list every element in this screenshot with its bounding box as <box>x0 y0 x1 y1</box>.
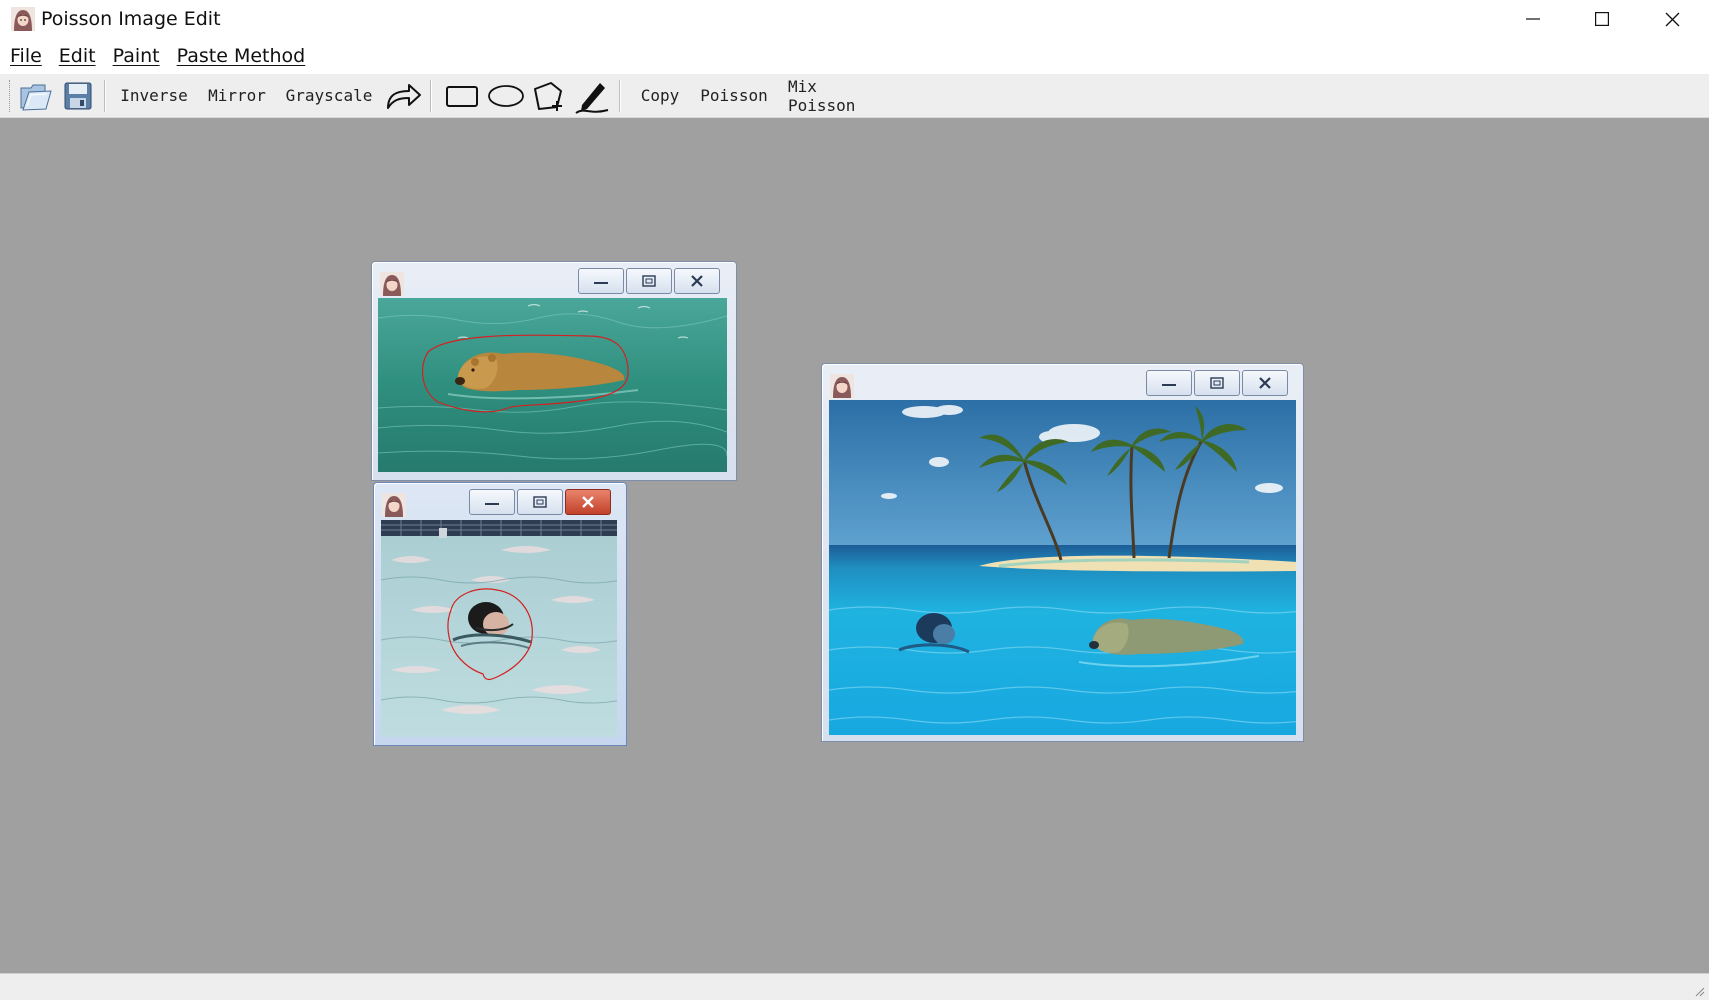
maximize-window-button[interactable] <box>1569 0 1635 38</box>
restore-icon <box>533 496 547 508</box>
restore-icon <box>1210 377 1224 389</box>
rectangle-tool-icon <box>446 85 478 107</box>
menu-paint[interactable]: Paint <box>112 45 161 67</box>
frame-minimize-button[interactable] <box>1146 370 1192 396</box>
inverse-button[interactable]: Inverse <box>114 74 194 117</box>
close-icon <box>1665 12 1679 26</box>
save-button[interactable] <box>60 74 96 117</box>
menu-paste-method[interactable]: Paste Method <box>176 45 307 67</box>
ellipse-tool-button[interactable] <box>485 74 527 117</box>
rectangle-tool-button[interactable] <box>442 74 482 117</box>
menu-edit[interactable]: Edit <box>58 45 97 67</box>
open-folder-icon <box>20 84 52 111</box>
result-frame[interactable] <box>821 363 1304 742</box>
swimmer-source-frame[interactable] <box>373 482 627 746</box>
close-icon <box>691 275 703 287</box>
maximize-icon <box>1595 12 1609 26</box>
minimize-icon <box>1526 18 1540 20</box>
toolbar-grip[interactable] <box>9 80 11 112</box>
close-window-button[interactable] <box>1639 0 1705 38</box>
result-image[interactable] <box>829 400 1296 735</box>
polygon-tool-button[interactable] <box>529 74 569 117</box>
app-avatar-icon <box>11 7 35 31</box>
poisson-paste-button[interactable]: Poisson <box>699 74 769 117</box>
minimize-window-button[interactable] <box>1500 0 1566 38</box>
frame-maximize-button[interactable] <box>626 268 672 294</box>
frame-avatar-icon <box>830 374 854 398</box>
frame-close-button[interactable] <box>1242 370 1288 396</box>
frame-close-button[interactable] <box>565 489 611 515</box>
redo-button[interactable] <box>383 74 425 117</box>
bear-source-image[interactable] <box>378 298 727 472</box>
grayscale-button[interactable]: Grayscale <box>281 74 377 117</box>
minimize-icon <box>1162 384 1176 386</box>
swimmer-pool-image <box>381 520 617 737</box>
frame-minimize-button[interactable] <box>469 489 515 515</box>
toolbar-separator <box>619 80 621 112</box>
frame-minimize-button[interactable] <box>578 268 624 294</box>
redo-arrow-icon <box>387 83 421 109</box>
menu-bar: File Edit Paint Paste Method <box>0 40 1709 72</box>
toolbar-separator <box>430 80 432 112</box>
status-bar <box>0 973 1709 1000</box>
restore-icon <box>642 275 656 287</box>
close-icon <box>582 496 594 508</box>
save-disk-icon <box>64 82 92 109</box>
frame-close-button[interactable] <box>674 268 720 294</box>
pen-tool-icon <box>575 82 609 114</box>
bear-water-image <box>378 298 727 472</box>
resize-grip-icon[interactable] <box>1693 985 1705 997</box>
toolbar-separator <box>104 80 106 112</box>
open-button[interactable] <box>18 74 54 117</box>
toolbar: Inverse Mirror Grayscale Copy Poisson Mi… <box>0 74 1709 118</box>
menu-file[interactable]: File <box>9 45 43 67</box>
minimize-icon <box>485 503 499 505</box>
title-bar: Poisson Image Edit <box>0 0 1709 38</box>
mix-poisson-paste-button[interactable]: Mix Poisson <box>788 74 892 117</box>
frame-maximize-button[interactable] <box>1194 370 1240 396</box>
bear-source-frame[interactable] <box>371 261 737 481</box>
frame-avatar-icon <box>380 272 404 296</box>
frame-avatar-icon <box>382 493 406 517</box>
window-title: Poisson Image Edit <box>41 8 221 30</box>
minimize-icon <box>594 282 608 284</box>
island-composite-image <box>829 400 1296 735</box>
frame-maximize-button[interactable] <box>517 489 563 515</box>
close-icon <box>1259 377 1271 389</box>
pen-tool-button[interactable] <box>572 74 612 117</box>
copy-paste-button[interactable]: Copy <box>636 74 684 117</box>
swimmer-source-image[interactable] <box>381 520 617 737</box>
desktop-pane <box>0 118 1709 973</box>
mirror-button[interactable]: Mirror <box>201 74 273 117</box>
polygon-tool-icon <box>534 81 562 111</box>
ellipse-tool-icon <box>488 84 524 107</box>
